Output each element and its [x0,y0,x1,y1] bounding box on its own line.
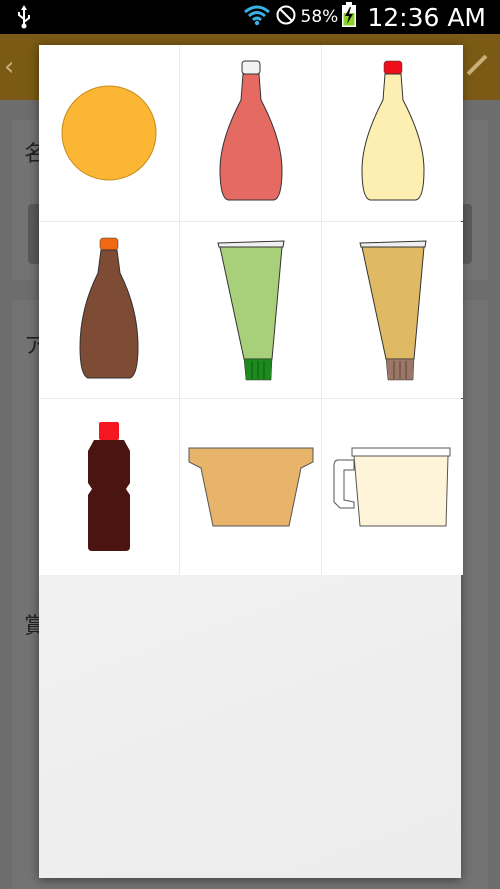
picker-item-wasabi-tube[interactable] [180,222,321,398]
picker-item-bowl[interactable] [180,399,321,575]
picker-item-mustard-tube[interactable] [322,222,463,398]
status-bar: 58% 12:36 AM [0,0,500,34]
mustard-tube-icon [358,240,427,381]
battery-charging-icon [341,2,357,32]
edit-pencil-icon [464,52,490,82]
measuring-cup-icon [333,447,450,527]
usb-icon [16,5,32,33]
orange-circle-icon [61,85,157,181]
picker-item-measuring-cup[interactable] [322,399,463,575]
icon-picker-dialog [39,45,463,878]
wasabi-tube-icon [216,240,285,381]
do-not-disturb-icon [275,4,297,30]
picker-item-mayonnaise-bottle[interactable] [322,45,463,221]
picker-item-sauce-bottle[interactable] [39,222,179,398]
picker-item-soy-sauce-bottle[interactable] [39,399,179,575]
picker-item-ketchup-bottle[interactable] [180,45,321,221]
icon-grid [39,45,463,575]
ketchup-bottle-icon [218,60,283,201]
battery-percent: 58% [300,7,339,27]
clock: 12:36 AM [367,2,486,32]
bowl-icon [188,447,313,527]
wifi-icon [243,4,271,30]
soy-sauce-bottle-icon [88,422,130,551]
back-icon: ‹ [4,52,15,82]
sauce-bottle-icon [79,237,139,379]
mayonnaise-bottle-icon [360,60,425,201]
picker-item-orange-circle[interactable] [39,45,179,221]
